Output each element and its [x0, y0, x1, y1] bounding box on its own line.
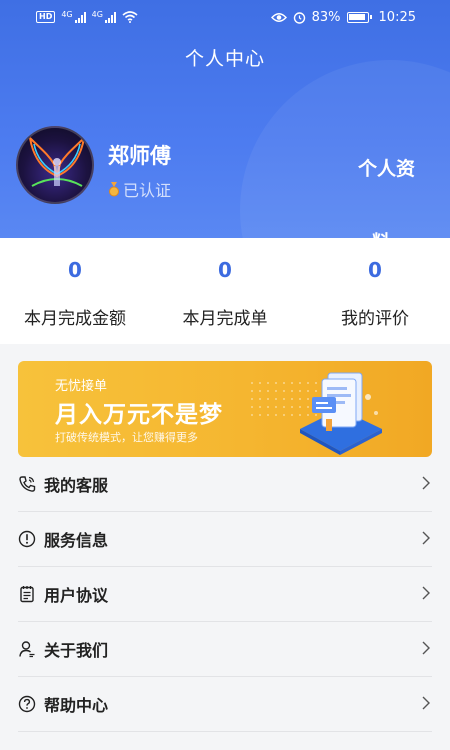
status-bar-left: HD 4G 4G [36, 11, 138, 23]
banner-small-title: 无忧接单 [55, 379, 108, 394]
avatar-image [28, 135, 86, 187]
banner-subtitle: 打破传统模式，让您赚得更多 [55, 431, 198, 444]
user-name: 郑师傅 [108, 144, 171, 168]
phone-icon [18, 475, 36, 493]
verify-label: 已认证 [123, 181, 172, 200]
clock: 10:25 [378, 9, 416, 25]
menu-item-service-info[interactable]: 服务信息 [18, 512, 432, 567]
battery-percent: 83% [311, 9, 341, 25]
stat-label: 本月完成单 [182, 309, 268, 329]
banner-headline: 月入万元不是梦 [55, 402, 223, 428]
menu-item-about-us[interactable]: 关于我们 [18, 622, 432, 677]
stat-value: 0 [218, 258, 232, 282]
chevron-right-icon [422, 476, 430, 490]
chevron-right-icon [422, 586, 430, 600]
stat-monthly-amount[interactable]: 0 本月完成金额 [0, 238, 150, 344]
medal-icon [109, 181, 119, 196]
menu-label: 关于我们 [44, 641, 109, 660]
promo-banner[interactable]: 无忧接单 月入万元不是梦 打破传统模式，让您赚得更多 [18, 361, 432, 457]
menu-label: 服务信息 [44, 531, 109, 550]
menu-list: 我的客服 服务信息 用户协议 关于我们 帮助中心 [0, 457, 450, 732]
stat-value: 0 [68, 258, 82, 282]
battery-icon [346, 11, 372, 23]
document-icon [18, 585, 36, 603]
menu-item-customer-service[interactable]: 我的客服 [18, 457, 432, 512]
profile-link[interactable]: 个人资 [358, 154, 415, 181]
help-icon [18, 695, 36, 713]
chevron-right-icon [422, 641, 430, 655]
chevron-right-icon [422, 531, 430, 545]
screen: HD 4G 4G 83% 10:25 个人中心 郑师傅 已认证 个人资 0 本月… [0, 0, 450, 750]
stat-monthly-orders[interactable]: 0 本月完成单 [150, 238, 300, 344]
eye-icon [270, 12, 287, 22]
wifi-icon [122, 11, 138, 23]
status-bar-right: 83% 10:25 [270, 9, 416, 25]
status-bar: HD 4G 4G 83% 10:25 [0, 0, 450, 34]
menu-item-help-center[interactable]: 帮助中心 [18, 677, 432, 732]
menu-label: 我的客服 [44, 476, 109, 495]
signal-icon: 4G [61, 11, 86, 23]
signal-icon-2: 4G [92, 11, 116, 23]
document-illustration-icon [300, 372, 382, 455]
alarm-icon [293, 11, 305, 24]
menu-item-user-agreement[interactable]: 用户协议 [18, 567, 432, 622]
stat-label: 本月完成金额 [24, 309, 126, 329]
menu-label: 用户协议 [44, 586, 109, 605]
hd-icon: HD [36, 11, 56, 23]
header-background: HD 4G 4G 83% 10:25 个人中心 郑师傅 已认证 个人资 [0, 0, 450, 240]
page-title: 个人中心 [184, 48, 265, 70]
stat-label: 我的评价 [341, 309, 409, 329]
stat-value: 0 [368, 258, 382, 282]
menu-label: 帮助中心 [44, 696, 109, 715]
info-icon [18, 530, 36, 548]
person-icon [18, 640, 36, 658]
avatar[interactable] [16, 126, 94, 204]
stats-panel: 0 本月完成金额 0 本月完成单 0 我的评价 [0, 238, 450, 344]
verify-status: 已认证 [108, 177, 171, 201]
decorative-circle [240, 60, 450, 240]
stat-my-reviews[interactable]: 0 我的评价 [300, 238, 450, 344]
chevron-right-icon [422, 696, 430, 710]
